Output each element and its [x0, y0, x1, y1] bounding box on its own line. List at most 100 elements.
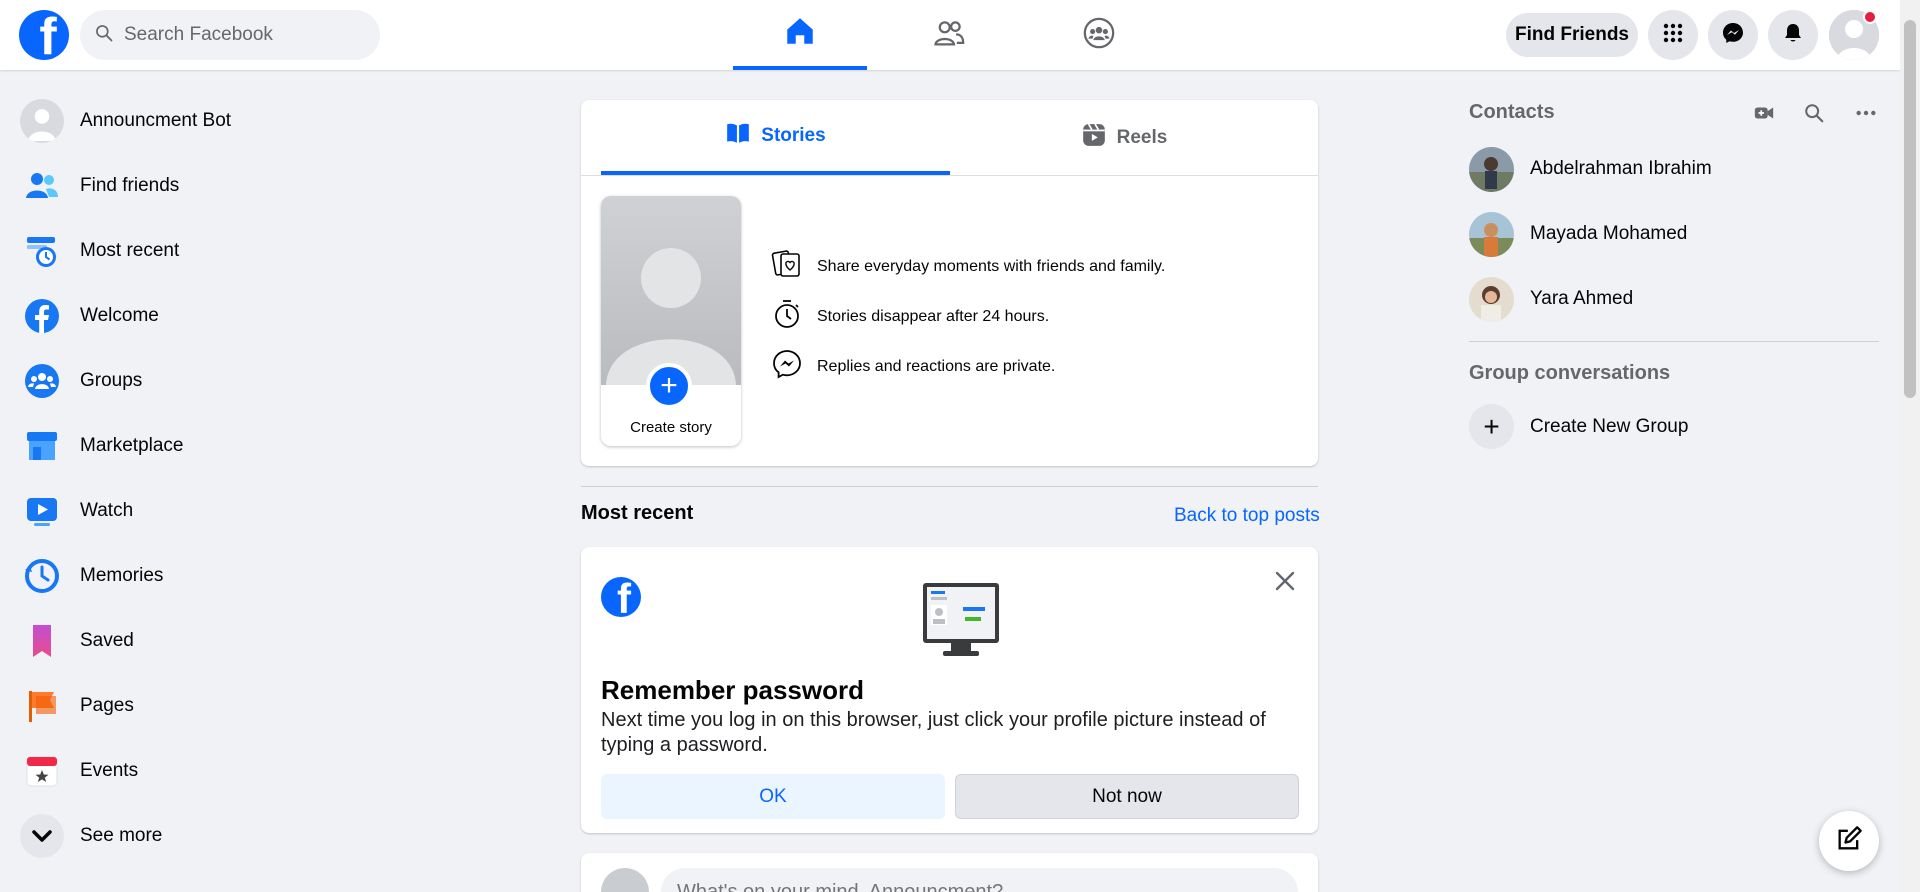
search-contacts-button[interactable] — [1799, 100, 1829, 130]
compose-icon — [1835, 825, 1863, 858]
tab-groups[interactable] — [1032, 0, 1166, 70]
sidebar-item-welcome[interactable]: Welcome — [8, 283, 548, 348]
find-friends-button[interactable]: Find Friends — [1506, 13, 1638, 57]
chevron-down-icon — [20, 813, 64, 858]
scrollbar-thumb[interactable] — [1904, 20, 1916, 398]
sidebar-item-events[interactable]: Events — [8, 738, 548, 803]
tab-reels-label: Reels — [1116, 127, 1168, 148]
sidebar-item-label: Marketplace — [80, 434, 184, 456]
marketplace-icon — [20, 424, 64, 468]
sidebar-item-watch[interactable]: Watch — [8, 478, 548, 543]
messenger-button[interactable] — [1708, 10, 1758, 60]
home-icon — [783, 14, 817, 53]
create-new-group-label: Create New Group — [1530, 415, 1689, 437]
story-info-text: Replies and reactions are private. — [817, 357, 1056, 375]
create-new-group-button[interactable]: + Create New Group — [1469, 404, 1688, 449]
new-room-button[interactable] — [1749, 100, 1779, 130]
sidebar-item-profile[interactable]: Announcment Bot — [8, 88, 548, 153]
tab-reels[interactable]: Reels — [950, 100, 1298, 176]
friends-icon — [20, 164, 64, 208]
photo-heart-icon — [771, 248, 817, 285]
sidebar-item-saved[interactable]: Saved — [8, 608, 548, 673]
tab-stories[interactable]: Stories — [601, 100, 950, 175]
contacts-divider — [1469, 341, 1879, 342]
groups-icon — [20, 359, 64, 403]
contact-avatar — [1469, 211, 1514, 257]
top-navigation-bar: f Find Friends — [0, 0, 1900, 70]
memories-icon — [20, 554, 64, 598]
sidebar-item-marketplace[interactable]: Marketplace — [8, 413, 548, 478]
contact-name: Abdelrahman Ibrahim — [1530, 158, 1712, 179]
pages-flag-icon — [20, 684, 64, 728]
story-info-row: Replies and reactions are private. — [771, 348, 1055, 385]
saved-icon — [20, 619, 64, 663]
sidebar-item-groups[interactable]: Groups — [8, 348, 548, 413]
tab-friends[interactable] — [882, 0, 1016, 70]
sidebar-item-label: Most recent — [80, 239, 180, 261]
back-to-top-posts-link[interactable]: Back to top posts — [1174, 505, 1320, 527]
story-info-row: Stories disappear after 24 hours. — [771, 298, 1049, 335]
sidebar-item-find-friends[interactable]: Find friends — [8, 153, 548, 218]
contact-avatar — [1469, 146, 1514, 192]
contact-item[interactable]: Mayada Mohamed — [1469, 208, 1687, 260]
composer-avatar — [601, 868, 649, 892]
sidebar-item-see-more[interactable]: See more — [8, 803, 548, 868]
remember-password-description: Next time you log in on this browser, ju… — [601, 709, 1266, 756]
sidebar-item-label: Events — [80, 759, 139, 781]
search-input[interactable] — [124, 24, 354, 46]
sidebar-item-label: Saved — [80, 629, 134, 651]
contact-item[interactable]: Yara Ahmed — [1469, 273, 1633, 325]
close-icon — [1273, 569, 1297, 598]
contact-avatar — [1469, 276, 1514, 322]
story-info-text: Share everyday moments with friends and … — [817, 257, 1166, 275]
create-story-tile[interactable]: + Create story — [601, 196, 741, 446]
watch-icon — [20, 489, 64, 533]
notifications-button[interactable] — [1768, 10, 1818, 60]
divider — [581, 175, 1318, 176]
reels-icon — [1081, 122, 1117, 154]
whats-on-your-mind-input[interactable] — [661, 868, 1298, 892]
search-box[interactable] — [80, 10, 380, 60]
groups-icon — [1082, 16, 1116, 55]
more-options-icon — [1855, 102, 1877, 129]
sidebar-item-most-recent[interactable]: Most recent — [8, 218, 548, 283]
sidebar-item-memories[interactable]: Memories — [8, 543, 548, 608]
messenger-outline-icon — [771, 348, 817, 385]
feeds-clock-icon — [20, 229, 64, 273]
plus-icon: + — [1469, 404, 1514, 449]
profile-placeholder-image — [601, 196, 741, 385]
messenger-icon — [1721, 21, 1745, 50]
not-now-button[interactable]: Not now — [955, 774, 1299, 819]
sidebar-item-label: Welcome — [80, 304, 159, 326]
contact-item[interactable]: Abdelrahman Ibrahim — [1469, 143, 1712, 195]
profile-avatar — [20, 98, 64, 143]
contact-name: Mayada Mohamed — [1530, 223, 1688, 244]
tab-home[interactable] — [733, 0, 867, 70]
remember-password-title: Remember password — [601, 675, 864, 705]
facebook-logo[interactable]: f — [19, 10, 69, 60]
contact-name: Yara Ahmed — [1530, 288, 1634, 309]
sidebar-item-label: Groups — [80, 369, 143, 391]
book-icon — [725, 120, 761, 152]
page-scrollbar[interactable] — [1900, 0, 1920, 892]
contacts-options-button[interactable] — [1851, 100, 1881, 130]
facebook-icon — [20, 294, 64, 338]
new-message-button[interactable] — [1819, 811, 1879, 871]
facebook-logo-small: f — [601, 577, 641, 617]
timer-icon — [771, 298, 817, 335]
monitor-illustration — [921, 581, 1001, 666]
menu-button[interactable] — [1648, 10, 1698, 60]
bell-icon — [1781, 21, 1805, 50]
left-sidebar: Announcment Bot Find friends Most recent… — [8, 88, 548, 868]
ok-button[interactable]: OK — [601, 774, 945, 819]
add-story-plus-icon[interactable]: + — [646, 363, 692, 409]
close-button[interactable] — [1269, 567, 1301, 599]
sidebar-item-pages[interactable]: Pages — [8, 673, 548, 738]
story-info-row: Share everyday moments with friends and … — [771, 248, 1165, 285]
stories-card: Stories Reels + Create story Share every… — [581, 100, 1318, 466]
group-conversations-heading: Group conversations — [1469, 362, 1671, 384]
sidebar-item-label: See more — [80, 824, 163, 846]
feed-section-title: Most recent — [581, 502, 694, 524]
post-composer — [581, 853, 1318, 892]
events-icon — [20, 749, 64, 793]
